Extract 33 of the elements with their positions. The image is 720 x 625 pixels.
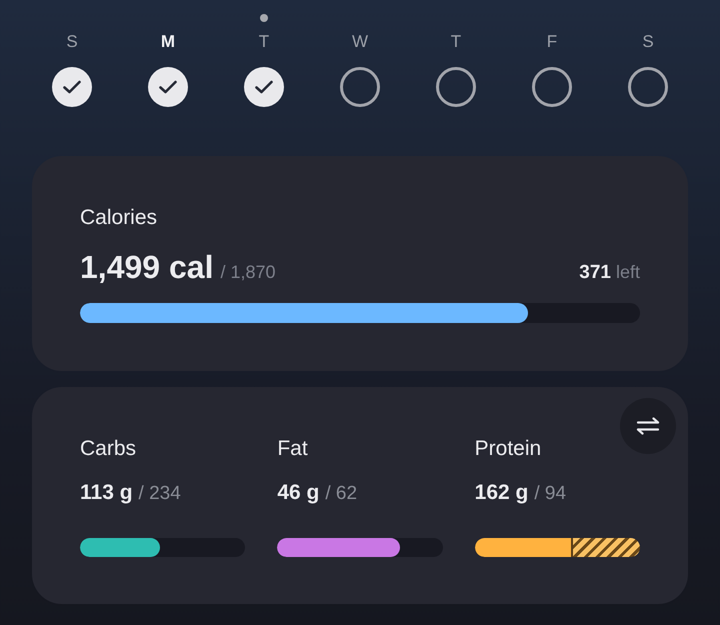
macro-goal: / 62 — [325, 483, 358, 505]
macro-amount: 162 g — [474, 481, 528, 505]
macro-label: Protein — [474, 437, 542, 461]
calories-goal: / 1,870 — [220, 262, 276, 283]
macro-goal: / 94 — [534, 483, 566, 505]
calories-remaining: 371 — [579, 262, 611, 284]
day-letter: M — [160, 32, 176, 52]
macro-label: Fat — [277, 437, 308, 461]
check-icon — [159, 80, 177, 94]
calories-title: Calories — [80, 206, 158, 230]
overage-hatch — [570, 538, 640, 557]
swap-arrows-icon — [635, 417, 661, 435]
macro-label: Carbs — [80, 437, 136, 461]
day-checkbox[interactable] — [340, 67, 380, 107]
day-letter: S — [642, 32, 654, 52]
day-checkbox[interactable] — [628, 67, 668, 107]
macro-amount: 46 g — [277, 481, 320, 505]
day-letter: T — [258, 32, 270, 52]
calories-consumed: 1,499 cal — [80, 249, 214, 285]
remaining-label: left — [616, 262, 640, 283]
day-checkbox[interactable] — [52, 67, 92, 107]
check-icon — [255, 80, 273, 94]
day-letter: S — [66, 32, 78, 52]
day-letter: T — [450, 32, 462, 52]
day-checkbox[interactable] — [436, 67, 476, 107]
day-letter: F — [546, 32, 558, 52]
check-icon — [63, 80, 81, 94]
day-checkbox[interactable] — [244, 67, 284, 107]
macro-goal: / 234 — [138, 483, 181, 505]
day-checkbox[interactable] — [148, 67, 188, 107]
day-letter: W — [352, 32, 368, 52]
macro-amount: 113 g — [80, 481, 133, 505]
day-checkbox[interactable] — [532, 67, 572, 107]
